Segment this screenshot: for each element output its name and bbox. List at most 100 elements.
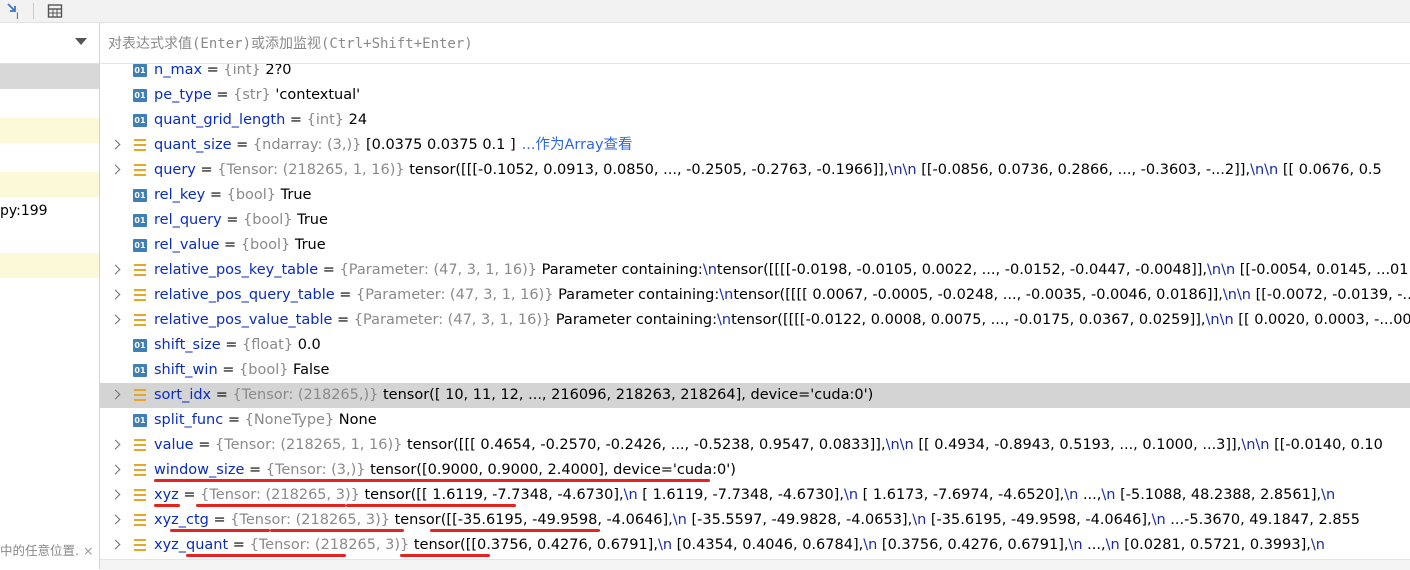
variable-text: sort_idx = {Tensor: (218265,)} tensor([ … [154, 383, 873, 408]
debugger-toolbar: I [0, 0, 1410, 23]
frame-item[interactable] [0, 145, 99, 170]
variable-name: xyz_ctg [154, 512, 209, 528]
variable-name: value [154, 437, 194, 453]
expand-chevron-icon[interactable] [110, 308, 122, 333]
variable-type: {bool} [226, 187, 277, 203]
variable-value: True [290, 237, 326, 253]
variable-value: tensor([ 10, 11, 12, ..., 216096, 218263… [378, 387, 874, 403]
variable-row-xyz-quant[interactable]: xyz_quant = {Tensor: (218265, 3)} tensor… [100, 533, 1410, 558]
variable-type: {float} [242, 337, 294, 353]
frame-item[interactable] [0, 226, 99, 251]
object-value-icon [133, 388, 147, 402]
frame-item[interactable] [0, 118, 99, 143]
expand-chevron-icon[interactable] [110, 258, 122, 283]
variable-type: {Tensor: (218265, 3)} [230, 512, 390, 528]
variable-type: {int} [306, 112, 345, 128]
variable-name: xyz_quant [154, 537, 229, 553]
equals-sign: = [211, 87, 234, 103]
dropdown-arrow-icon[interactable] [75, 38, 87, 45]
variable-row-rel-key[interactable]: 01 rel_key = {bool} True [100, 183, 1410, 208]
variable-row-query[interactable]: query = {Tensor: (218265, 1, 16)} tensor… [100, 158, 1410, 183]
variable-text: rel_query = {bool} True [154, 208, 328, 233]
expand-chevron-icon[interactable] [110, 533, 122, 558]
variable-name: query [154, 162, 196, 178]
variable-row-relative-pos-value-table[interactable]: relative_pos_value_table = {Parameter: (… [100, 308, 1410, 333]
variable-row-value[interactable]: value = {Tensor: (218265, 1, 16)} tensor… [100, 433, 1410, 458]
frames-hint: 中的任意位置. × [0, 540, 99, 562]
expand-chevron-icon[interactable] [110, 458, 122, 483]
equals-sign: = [195, 162, 218, 178]
primitive-value-icon: 01 [133, 364, 147, 377]
equals-sign: = [223, 412, 245, 428]
variable-name: window_size [154, 462, 245, 478]
equals-sign: = [202, 64, 224, 78]
close-hint-icon[interactable]: × [83, 540, 93, 562]
primitive-value-icon: 01 [133, 339, 147, 352]
variable-row-xyz[interactable]: xyz = {Tensor: (218265, 3)} tensor([[ 1.… [100, 483, 1410, 508]
expand-chevron-icon[interactable] [110, 483, 122, 508]
object-value-icon [133, 538, 147, 552]
variable-type: {Parameter: (47, 3, 1, 16)} [339, 262, 538, 278]
evaluate-bar [100, 23, 1410, 64]
frame-item[interactable] [0, 91, 99, 116]
expand-chevron-icon[interactable] [110, 133, 122, 158]
primitive-value-icon: 01 [133, 214, 147, 227]
horizontal-scrollbar[interactable] [100, 559, 1410, 570]
equals-sign: = [318, 262, 340, 278]
frame-item[interactable]: py:199 [0, 199, 99, 224]
variable-text: value = {Tensor: (218265, 1, 16)} tensor… [154, 433, 1383, 458]
variable-value: None [334, 412, 377, 428]
variable-value: True [276, 187, 312, 203]
expand-chevron-icon[interactable] [110, 383, 122, 408]
variable-type: {Tensor: (3,)} [265, 462, 366, 478]
variable-row-pe-type[interactable]: 01 pe_type = {str} 'contextual' [100, 83, 1410, 108]
variable-row-sort-idx[interactable]: sort_idx = {Tensor: (218265,)} tensor([ … [100, 383, 1410, 408]
variable-name: shift_size [154, 337, 221, 353]
frame-item[interactable] [0, 64, 99, 89]
variable-row-shift-size[interactable]: 01 shift_size = {float} 0.0 [100, 333, 1410, 358]
variable-value: tensor([[[-0.1052, 0.0913, 0.0850, ..., … [404, 162, 1382, 178]
variable-text: shift_size = {float} 0.0 [154, 333, 321, 358]
variable-value: Parameter containing:\ntensor([[[[ 0.006… [553, 287, 1410, 303]
object-value-icon [133, 513, 147, 527]
frame-item[interactable] [0, 253, 99, 278]
variable-row-rel-value[interactable]: 01 rel_value = {bool} True [100, 233, 1410, 258]
variable-name: rel_value [154, 237, 220, 253]
red-annotation-underline [270, 529, 404, 532]
object-value-icon [133, 313, 147, 327]
evaluate-expression-input[interactable] [106, 31, 1310, 57]
equals-sign: = [285, 112, 307, 128]
variable-row-window-size[interactable]: window_size = {Tensor: (3,)} tensor([0.9… [100, 458, 1410, 483]
variable-text: relative_pos_key_table = {Parameter: (47… [154, 258, 1409, 283]
variable-name: n_max [154, 64, 203, 78]
variable-row-relative-pos-key-table[interactable]: relative_pos_key_table = {Parameter: (47… [100, 258, 1410, 283]
expand-chevron-icon[interactable] [110, 508, 122, 533]
variable-name: shift_win [154, 362, 218, 378]
step-cursor-icon[interactable]: I [5, 2, 23, 20]
frame-item[interactable] [0, 280, 99, 305]
expand-chevron-icon[interactable] [110, 158, 122, 183]
thread-selector[interactable] [0, 23, 99, 64]
view-as-array-link[interactable]: ...作为Array查看 [522, 137, 633, 153]
variable-type: {Parameter: (47, 3, 1, 16)} [356, 287, 554, 303]
variable-name: relative_pos_value_table [154, 312, 333, 328]
expand-chevron-icon[interactable] [110, 433, 122, 458]
variable-row-shift-win[interactable]: 01 shift_win = {bool} False [100, 358, 1410, 383]
variable-row-quant-grid-length[interactable]: 01 quant_grid_length = {int} 24 [100, 108, 1410, 133]
variable-row-rel-query[interactable]: 01 rel_query = {bool} True [100, 208, 1410, 233]
equals-sign: = [205, 187, 227, 203]
frame-item[interactable] [0, 172, 99, 197]
variable-row-relative-pos-query-table[interactable]: relative_pos_query_table = {Parameter: (… [100, 283, 1410, 308]
variable-value: 0.0 [293, 337, 321, 353]
variable-text: quant_size = {ndarray: (3,)} [0.0375 0.0… [154, 133, 633, 158]
variable-row-xyz-ctg[interactable]: xyz_ctg = {Tensor: (218265, 3)} tensor([… [100, 508, 1410, 533]
variable-row-split-func[interactable]: 01 split_func = {NoneType} None [100, 408, 1410, 433]
variable-row-n-max[interactable]: 01 n_max = {int} 2?0 [100, 64, 1410, 83]
expand-chevron-icon[interactable] [110, 283, 122, 308]
variable-row-quant-size[interactable]: quant_size = {ndarray: (3,)} [0.0375 0.0… [100, 133, 1410, 158]
variable-type: {bool} [240, 237, 291, 253]
table-view-icon[interactable] [46, 2, 64, 20]
variables-panel: 01 n_max = {int} 2?0 01 pe_type = {str} 'co… [100, 23, 1410, 569]
frames-panel: py:199 中的任意位置. × [0, 23, 100, 569]
equals-sign: = [220, 337, 243, 353]
